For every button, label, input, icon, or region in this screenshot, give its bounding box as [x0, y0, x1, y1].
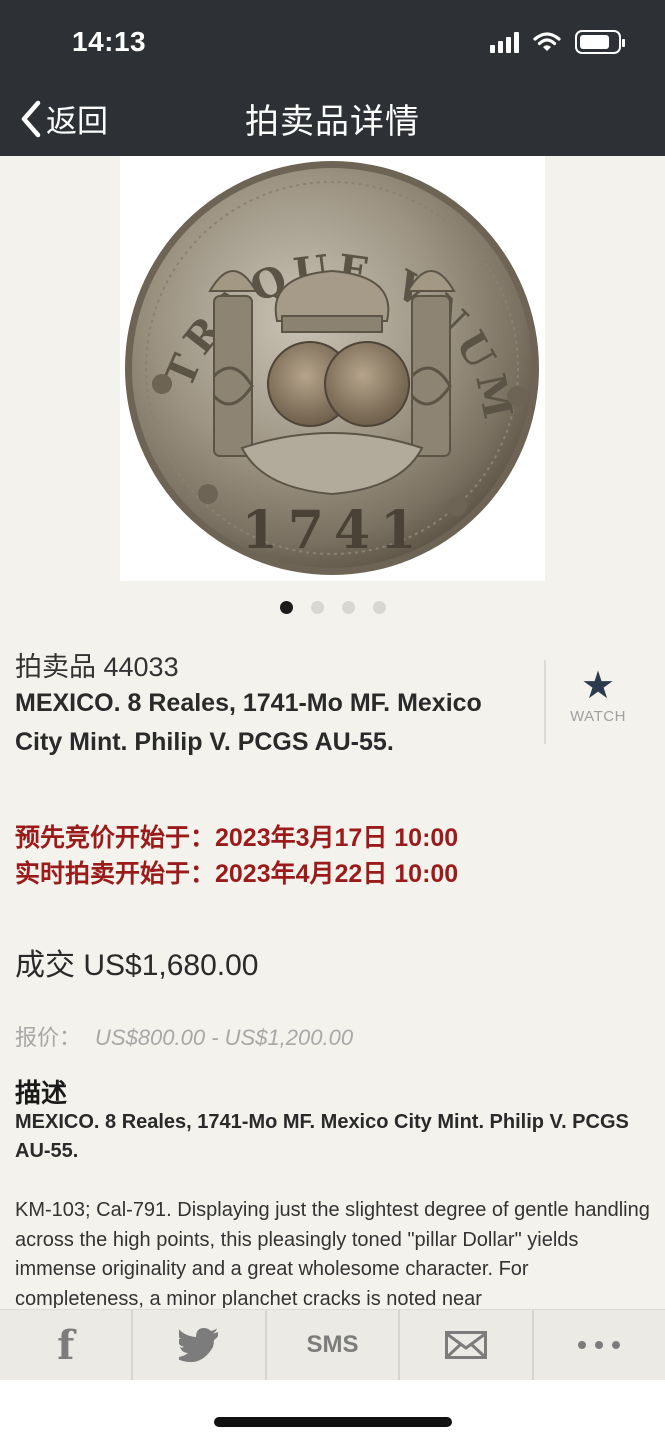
sms-share-button[interactable]: SMS [267, 1310, 401, 1380]
status-icons [490, 30, 625, 54]
description-body: KM-103; Cal-791. Displaying just the sli… [15, 1199, 650, 1308]
envelope-icon [444, 1331, 487, 1359]
auction-lot-detail-page: 14:13 返回 拍卖品详情 TR QUE UM 1741 拍卖品 44033 … [0, 0, 665, 1440]
more-icon [578, 1341, 621, 1349]
twitter-icon [179, 1328, 219, 1362]
coin-image: VTRAQUE VNUM 1741 [122, 156, 539, 575]
home-indicator[interactable] [214, 1417, 452, 1427]
coin-date: 1741 [242, 500, 427, 561]
carousel-dot-2[interactable] [310, 601, 324, 614]
divider [544, 660, 546, 744]
page-title: 拍卖品详情 [245, 103, 420, 141]
sms-label: SMS [306, 1331, 359, 1358]
home-area [0, 1380, 665, 1440]
email-share-button[interactable] [400, 1310, 534, 1380]
carousel-pagination [0, 601, 665, 614]
lot-title: MEXICO. 8 Reales, 1741-Mo MF. Mexico Cit… [15, 689, 482, 756]
top-bar: 14:13 返回 拍卖品详情 [0, 0, 665, 156]
watch-label: WATCH [570, 708, 626, 725]
star-icon: ★ [580, 665, 616, 707]
carousel-dot-4[interactable] [372, 601, 386, 614]
watch-button[interactable]: ★ WATCH [560, 664, 636, 725]
carousel-dot-1[interactable] [279, 601, 293, 614]
estimate-range: US$800.00 - US$1,200.00 [95, 1025, 354, 1050]
estimate-label: 报价： [15, 1025, 82, 1050]
live-auction-start: 实时拍卖开始于：2023年4月22日 10:00 [15, 860, 459, 888]
description-title: MEXICO. 8 Reales, 1741-Mo MF. Mexico Cit… [15, 1111, 629, 1162]
estimate: 报价： US$800.00 - US$1,200.00 [15, 1020, 353, 1052]
battery-icon [575, 30, 625, 54]
twitter-share-button[interactable] [133, 1310, 267, 1380]
signal-icon [490, 31, 519, 53]
sold-price: 成交 US$1,680.00 [15, 949, 259, 982]
facebook-icon: f [57, 1321, 75, 1369]
share-bar: f SMS [0, 1309, 665, 1380]
carousel-dot-3[interactable] [341, 601, 355, 614]
lot-number: 拍卖品 44033 [15, 652, 179, 682]
description-heading: 描述 [15, 1078, 68, 1108]
more-share-button[interactable] [534, 1310, 665, 1380]
wifi-icon [533, 32, 561, 51]
status-time: 14:13 [72, 26, 147, 57]
advance-bid-start: 预先竞价开始于：2023年3月17日 10:00 [15, 824, 459, 852]
lot-image-carousel[interactable]: VTRAQUE VNUM 1741 [120, 156, 545, 581]
facebook-share-button[interactable]: f [0, 1310, 134, 1380]
